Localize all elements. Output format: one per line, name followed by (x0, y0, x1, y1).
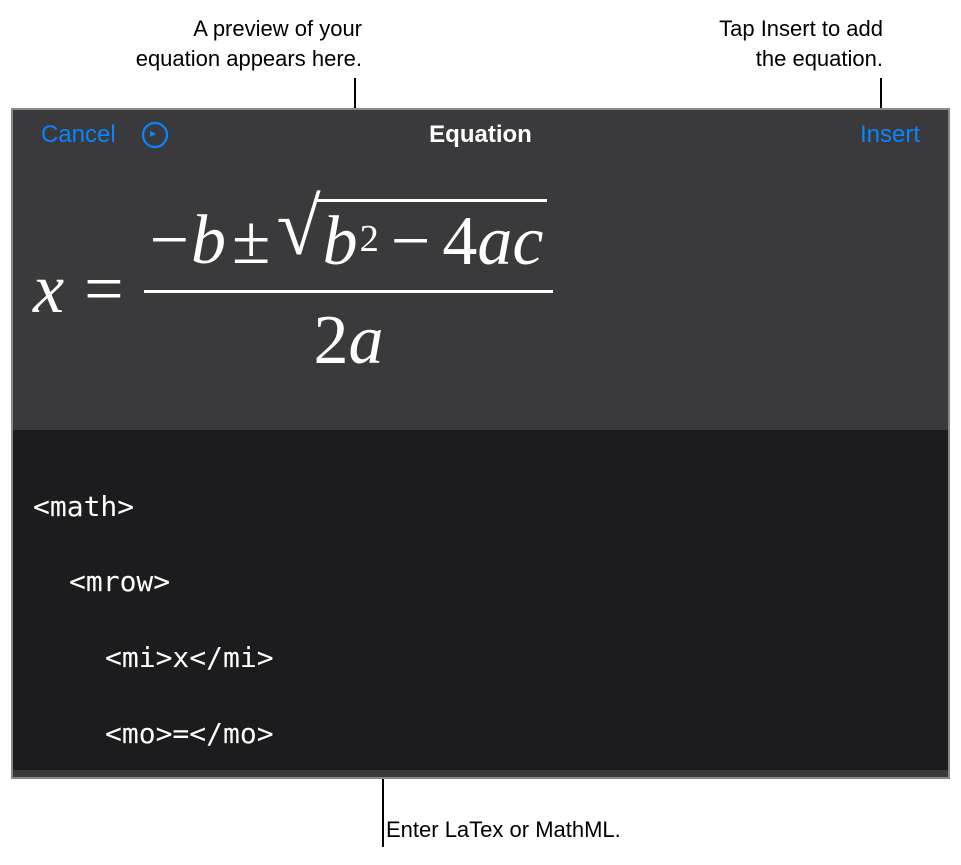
eq-plusminus: ± (226, 201, 276, 281)
code-line: <mrow> (69, 563, 928, 601)
callout-insert-line1: Tap Insert to add (633, 14, 883, 44)
callout-input-text: Enter LaTex or MathML. (386, 817, 621, 842)
eq-b2-base: b (323, 202, 358, 282)
cancel-button[interactable]: Cancel (41, 121, 116, 149)
callout-leader-input (382, 778, 384, 847)
eq-minus: − (150, 201, 191, 281)
eq-b2-exp: 2 (360, 217, 379, 261)
fraction-bar (144, 290, 554, 293)
equation-preview: x = − b ± √ b 2 − 4 a c (13, 160, 948, 430)
callout-insert-line2: the equation. (633, 44, 883, 74)
eq-b: b (191, 201, 226, 281)
code-line: <math> (33, 488, 928, 526)
toolbar: Cancel Equation Insert (13, 110, 948, 160)
callout-preview-line2: equation appears here. (62, 44, 362, 74)
dialog-title: Equation (429, 121, 532, 149)
eq-radicand: b 2 − 4 a c (315, 199, 548, 282)
eq-sqrt: √ b 2 − 4 a c (276, 199, 547, 282)
callout-insert: Tap Insert to add the equation. (633, 14, 883, 73)
eq-equals: = (64, 250, 143, 330)
equation-rendered: x = − b ± √ b 2 − 4 a c (33, 199, 553, 381)
eq-var-x: x (33, 250, 64, 330)
callout-input: Enter LaTex or MathML. (386, 815, 736, 845)
code-line: <mo>=</mo> (105, 715, 928, 753)
equation-editor-dialog: Cancel Equation Insert x = − b ± √ (11, 108, 950, 779)
callout-preview: A preview of your equation appears here. (62, 14, 362, 73)
eq-sqrt-minus: − (379, 202, 442, 282)
toolbar-left: Cancel (41, 120, 170, 150)
eq-numerator: − b ± √ b 2 − 4 a c (144, 199, 554, 282)
eq-denom-a: a (349, 301, 384, 381)
eq-a: a (477, 202, 512, 282)
undo-icon[interactable] (140, 120, 170, 150)
eq-c: c (512, 202, 543, 282)
code-line: <mi>x</mi> (105, 639, 928, 677)
eq-denom-2: 2 (314, 301, 349, 381)
eq-denominator: 2 a (308, 301, 390, 381)
eq-4: 4 (442, 202, 477, 282)
equation-input[interactable]: <math> <mrow> <mi>x</mi> <mo>=</mo> <mfr… (13, 430, 948, 770)
eq-fraction: − b ± √ b 2 − 4 a c (144, 199, 554, 381)
insert-button[interactable]: Insert (860, 121, 920, 149)
callout-preview-line1: A preview of your (62, 14, 362, 44)
